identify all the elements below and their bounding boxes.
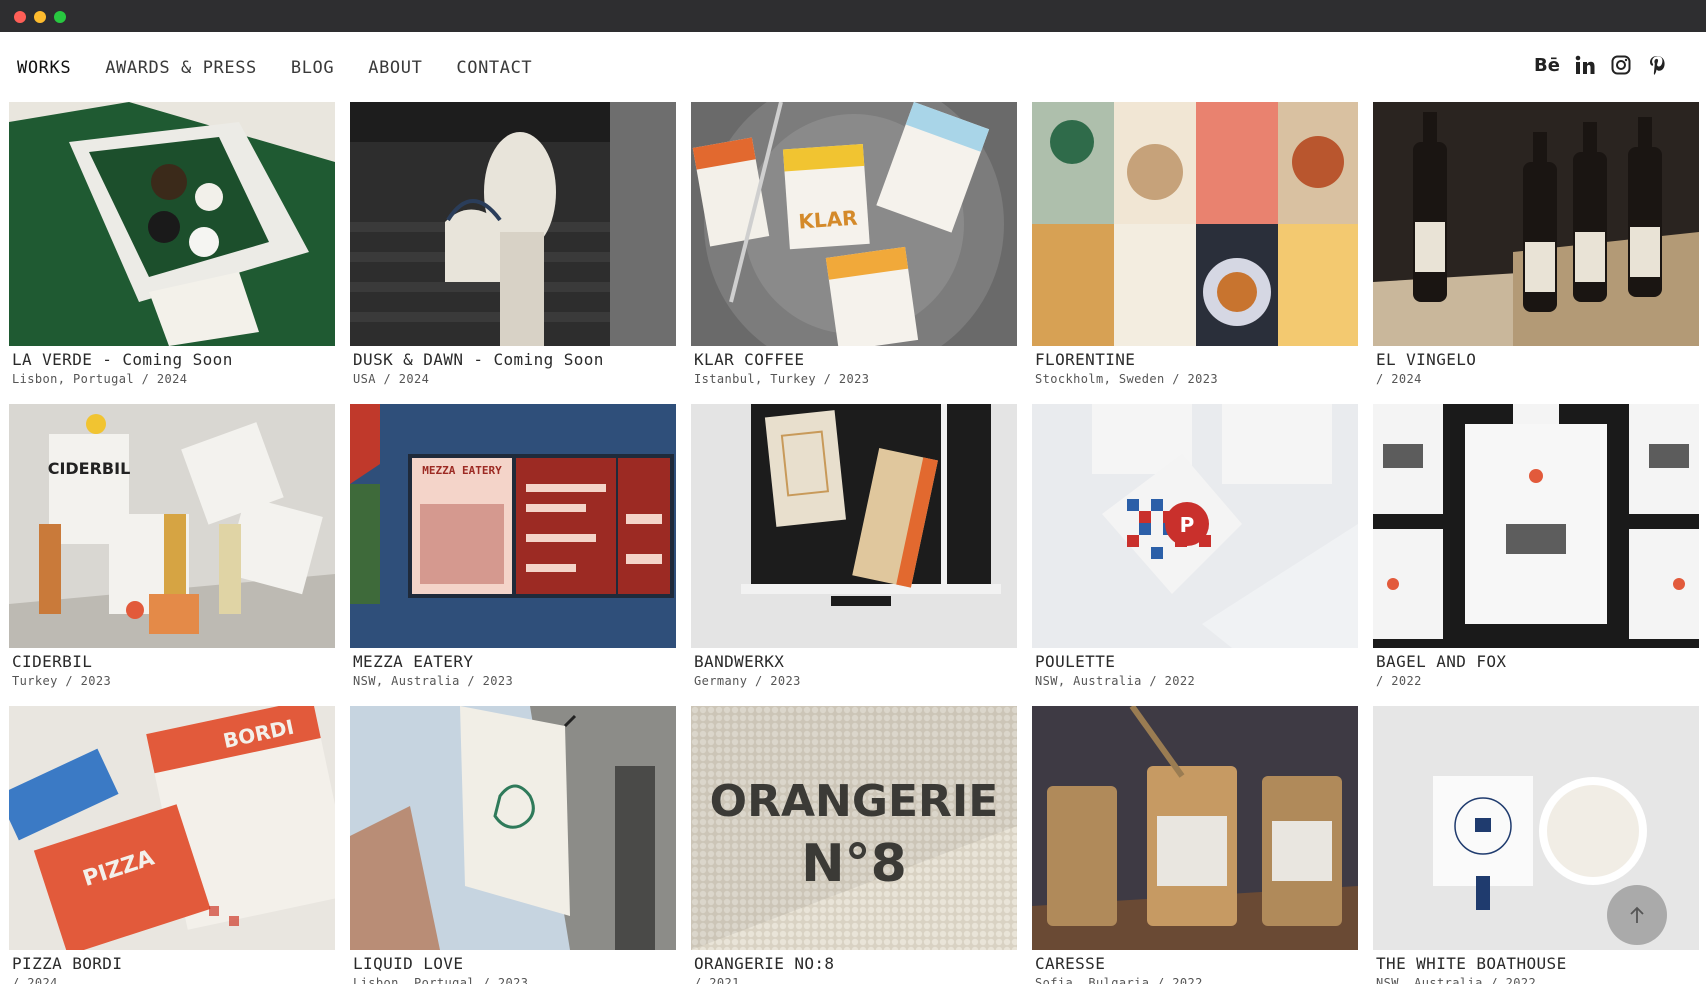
caresse-image <box>1032 706 1358 950</box>
nav-item-blog[interactable]: BLOG <box>291 58 334 78</box>
orangerie-image: ORANGERIE N°8 <box>691 706 1017 950</box>
la-verde-image <box>9 102 335 346</box>
pizza-bordi-image: BORDI PIZZA <box>9 706 335 950</box>
project-meta: Germany / 2023 <box>694 674 801 688</box>
project-card-la-verde[interactable]: LA VERDE - Coming Soon Lisbon, Portugal … <box>9 102 335 404</box>
project-meta: Stockholm, Sweden / 2023 <box>1035 372 1218 386</box>
project-thumbnail: MEZZA EATERY <box>350 404 676 648</box>
svg-text:N°8: N°8 <box>801 834 907 894</box>
project-meta: / 2024 <box>1376 372 1422 386</box>
project-thumbnail <box>350 706 676 950</box>
project-thumbnail <box>1032 102 1358 346</box>
project-title: DUSK & DAWN - Coming Soon <box>353 350 604 369</box>
florentine-image <box>1032 102 1358 346</box>
svg-text:ORANGERIE: ORANGERIE <box>710 776 999 827</box>
project-card-poulette[interactable]: P POULETTE NSW, Australia / 2022 <box>1032 404 1358 706</box>
project-card-klar-coffee[interactable]: KLAR KLAR COFFEE Istanbul, Turkey / 2023 <box>691 102 1017 404</box>
linkedin-icon[interactable] <box>1574 54 1596 76</box>
project-thumbnail <box>1373 404 1699 648</box>
project-title: LA VERDE - Coming Soon <box>12 350 233 369</box>
project-title: CIDERBIL <box>12 652 93 671</box>
project-meta: NSW, Australia / 2022 <box>1035 674 1196 688</box>
project-card-orangerie[interactable]: ORANGERIE N°8 ORANGERIE NO:8 / 2021 <box>691 706 1017 984</box>
project-card-florentine[interactable]: FLORENTINE Stockholm, Sweden / 2023 <box>1032 102 1358 404</box>
svg-text:MEZZA EATERY: MEZZA EATERY <box>422 464 502 477</box>
behance-icon[interactable]: Bē <box>1534 54 1560 76</box>
el-vingelo-image <box>1373 102 1699 346</box>
project-thumbnail: ORANGERIE N°8 <box>691 706 1017 950</box>
arrow-up-icon <box>1630 906 1644 923</box>
project-title: BAGEL AND FOX <box>1376 652 1507 671</box>
svg-text:CIDERBIL: CIDERBIL <box>48 459 131 478</box>
project-card-pizza-bordi[interactable]: BORDI PIZZA PIZZA BORDI / 2024 <box>9 706 335 984</box>
svg-text:P: P <box>1180 513 1195 537</box>
mezza-eatery-image: MEZZA EATERY <box>350 404 676 648</box>
project-thumbnail <box>691 404 1017 648</box>
project-card-ciderbil[interactable]: CIDERBIL CIDERBIL Turkey / 2023 <box>9 404 335 706</box>
social-links: Bē <box>1534 54 1668 76</box>
window-titlebar <box>0 0 1706 32</box>
project-meta: NSW, Australia / 2023 <box>353 674 514 688</box>
nav-item-about[interactable]: ABOUT <box>368 58 422 78</box>
project-card-bagel-and-fox[interactable]: BAGEL AND FOX / 2022 <box>1373 404 1699 706</box>
project-meta: USA / 2024 <box>353 372 430 386</box>
project-title: BANDWERKX <box>694 652 785 671</box>
project-card-caresse[interactable]: CARESSE Sofia, Bulgaria / 2022 <box>1032 706 1358 984</box>
scroll-to-top-button[interactable] <box>1607 885 1667 945</box>
maximize-window-button[interactable] <box>54 11 66 23</box>
ciderbil-image: CIDERBIL <box>9 404 335 648</box>
klar-coffee-image: KLAR <box>691 102 1017 346</box>
project-thumbnail: P <box>1032 404 1358 648</box>
nav-item-awards-press[interactable]: AWARDS & PRESS <box>105 58 257 78</box>
project-title: FLORENTINE <box>1035 350 1136 369</box>
instagram-icon[interactable] <box>1610 54 1632 76</box>
project-title: CARESSE <box>1035 954 1106 973</box>
bagel-and-fox-image <box>1373 404 1699 648</box>
project-thumbnail: KLAR <box>691 102 1017 346</box>
main-nav: WORKS AWARDS & PRESS BLOG ABOUT CONTACT <box>17 58 532 78</box>
project-thumbnail <box>350 102 676 346</box>
project-card-liquid-love[interactable]: LIQUID LOVE Lisbon, Portugal / 2023 <box>350 706 676 984</box>
project-meta: / 2021 <box>694 976 740 984</box>
close-window-button[interactable] <box>14 11 26 23</box>
project-title: KLAR COFFEE <box>694 350 805 369</box>
project-card-mezza-eatery[interactable]: MEZZA EATERY MEZZA EATERY NSW, Australia… <box>350 404 676 706</box>
portfolio-page: WORKS AWARDS & PRESS BLOG ABOUT CONTACT … <box>0 32 1706 984</box>
project-title: EL VINGELO <box>1376 350 1477 369</box>
project-title: THE WHITE BOATHOUSE <box>1376 954 1567 973</box>
project-meta: Turkey / 2023 <box>12 674 112 688</box>
project-title: LIQUID LOVE <box>353 954 464 973</box>
minimize-window-button[interactable] <box>34 11 46 23</box>
project-card-bandwerkx[interactable]: BANDWERKX Germany / 2023 <box>691 404 1017 706</box>
project-title: ORANGERIE NO:8 <box>694 954 835 973</box>
project-title: PIZZA BORDI <box>12 954 123 973</box>
project-card-el-vingelo[interactable]: EL VINGELO / 2024 <box>1373 102 1699 404</box>
svg-text:KLAR: KLAR <box>798 206 859 234</box>
dusk-dawn-image <box>350 102 676 346</box>
nav-item-contact[interactable]: CONTACT <box>456 58 532 78</box>
bandwerkx-image <box>691 404 1017 648</box>
poulette-image: P <box>1032 404 1358 648</box>
project-card-dusk-dawn[interactable]: DUSK & DAWN - Coming Soon USA / 2024 <box>350 102 676 404</box>
project-meta: NSW, Australia / 2022 <box>1376 976 1537 984</box>
project-meta: Istanbul, Turkey / 2023 <box>694 372 870 386</box>
nav-item-works[interactable]: WORKS <box>17 58 71 78</box>
project-title: POULETTE <box>1035 652 1116 671</box>
project-thumbnail: CIDERBIL <box>9 404 335 648</box>
pinterest-icon[interactable] <box>1646 54 1668 76</box>
project-thumbnail <box>9 102 335 346</box>
liquid-love-image <box>350 706 676 950</box>
project-thumbnail: BORDI PIZZA <box>9 706 335 950</box>
project-meta: Lisbon, Portugal / 2023 <box>353 976 529 984</box>
project-meta: / 2022 <box>1376 674 1422 688</box>
project-meta: Sofia, Bulgaria / 2022 <box>1035 976 1203 984</box>
project-thumbnail <box>1032 706 1358 950</box>
project-thumbnail <box>1373 102 1699 346</box>
project-meta: / 2024 <box>12 976 58 984</box>
project-card-white-boathouse[interactable]: THE WHITE BOATHOUSE NSW, Australia / 202… <box>1373 706 1699 984</box>
project-title: MEZZA EATERY <box>353 652 474 671</box>
projects-grid: LA VERDE - Coming Soon Lisbon, Portugal … <box>9 102 1699 984</box>
project-meta: Lisbon, Portugal / 2024 <box>12 372 188 386</box>
